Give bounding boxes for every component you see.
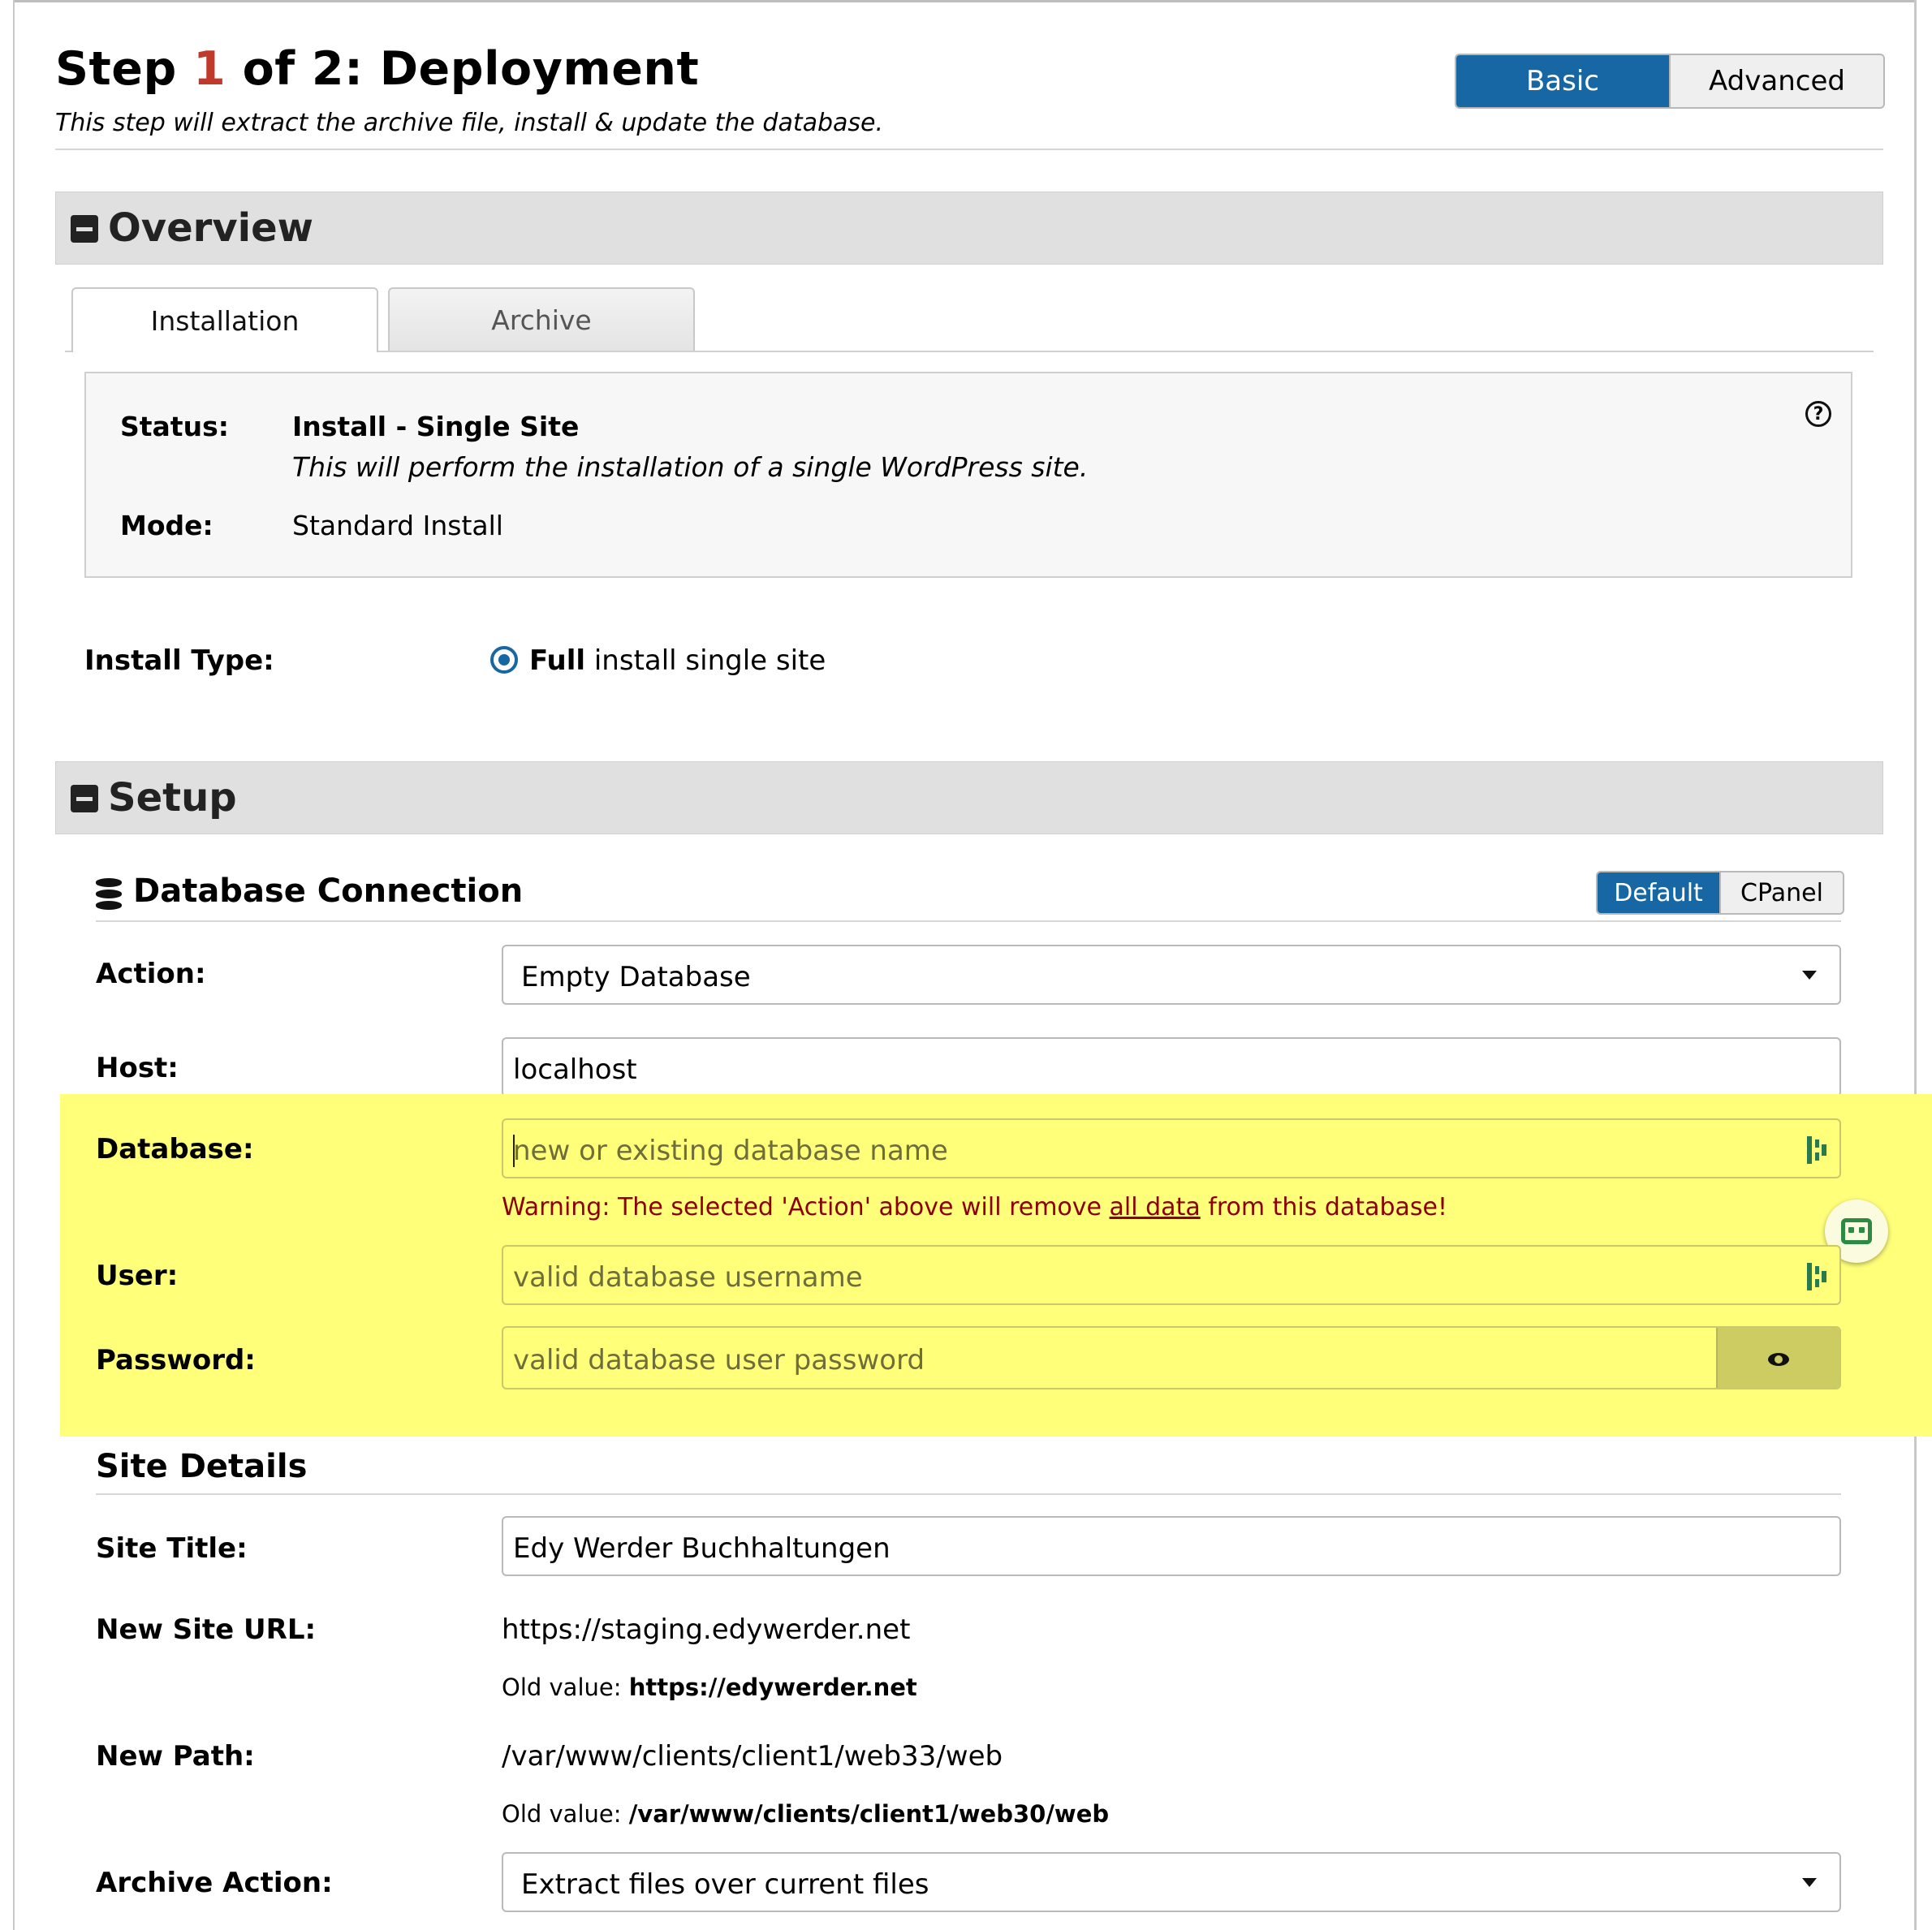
new-path-value: /var/www/clients/client1/web33/web <box>502 1740 1003 1773</box>
new-site-url-value: https://staging.edywerder.net <box>502 1613 911 1646</box>
window-right-edge <box>1914 0 1917 1930</box>
host-input[interactable]: localhost <box>502 1037 1841 1097</box>
chevron-down-icon <box>1802 971 1817 980</box>
mode-value: Standard Install <box>292 510 503 541</box>
action-select[interactable]: Empty Database <box>502 945 1841 1005</box>
chevron-down-icon <box>1802 1878 1817 1887</box>
install-info-panel: Status: Install - Single Site This will … <box>84 372 1852 578</box>
window-left-edge <box>13 0 15 1930</box>
empty-database-warning: Warning: The selected 'Action' above wil… <box>502 1193 1447 1221</box>
action-label: Action: <box>96 958 206 990</box>
page-subtitle: This step will extract the archive file,… <box>55 109 884 137</box>
overview-title: Overview <box>108 205 313 251</box>
database-name-placeholder: new or existing database name <box>513 1135 948 1167</box>
archive-action-select[interactable]: Extract files over current files <box>502 1852 1841 1912</box>
setup-title: Setup <box>108 775 237 821</box>
connection-type-toggle: Default CPanel <box>1596 871 1844 915</box>
view-mode-toggle: Basic Advanced <box>1455 54 1885 109</box>
install-type-radio[interactable] <box>490 646 518 674</box>
header-divider <box>55 149 1883 150</box>
database-connection-heading: Database Connection <box>133 872 524 910</box>
page-title: Step 1 of 2: Deployment <box>55 42 700 96</box>
tab-installation[interactable]: Installation <box>71 287 378 352</box>
status-value: Install - Single Site <box>292 411 580 442</box>
overview-section-header[interactable]: Overview <box>55 192 1883 265</box>
collapse-minus-icon[interactable] <box>71 215 98 243</box>
install-type-option[interactable]: Full install single site <box>529 644 826 677</box>
database-password-input[interactable]: valid database user password <box>502 1326 1841 1389</box>
password-manager-icon[interactable] <box>1807 1261 1828 1292</box>
database-name-input[interactable]: new or existing database name <box>502 1118 1841 1178</box>
site-details-heading: Site Details <box>96 1448 308 1485</box>
help-circle-icon[interactable]: ? <box>1805 401 1831 427</box>
show-password-button[interactable] <box>1716 1328 1839 1388</box>
archive-action-value: Extract files over current files <box>521 1868 929 1901</box>
database-label: Database: <box>96 1133 254 1165</box>
collapse-minus-icon[interactable] <box>71 785 98 812</box>
db-heading-divider <box>96 920 1841 922</box>
advanced-mode-button[interactable]: Advanced <box>1669 55 1883 107</box>
site-title-value: Edy Werder Buchhaltungen <box>513 1532 891 1565</box>
all-data-link[interactable]: all data <box>1110 1193 1201 1221</box>
new-path-label: New Path: <box>96 1740 255 1773</box>
eye-icon <box>1768 1353 1789 1366</box>
archive-action-label: Archive Action: <box>96 1867 333 1899</box>
old-path-note: Old value: /var/www/clients/client1/web3… <box>502 1800 1110 1828</box>
cpanel-connection-button[interactable]: CPanel <box>1719 872 1843 913</box>
old-url-note: Old value: https://edywerder.net <box>502 1674 917 1701</box>
mode-label: Mode: <box>120 510 213 541</box>
install-type-label: Install Type: <box>84 644 274 677</box>
action-select-value: Empty Database <box>521 961 751 993</box>
host-label: Host: <box>96 1052 179 1084</box>
database-password-placeholder: valid database user password <box>513 1344 925 1376</box>
site-title-label: Site Title: <box>96 1532 248 1565</box>
default-connection-button[interactable]: Default <box>1598 872 1719 913</box>
status-label: Status: <box>120 411 229 442</box>
site-title-input[interactable]: Edy Werder Buchhaltungen <box>502 1516 1841 1576</box>
user-label: User: <box>96 1260 179 1292</box>
database-user-input[interactable]: valid database username <box>502 1245 1841 1305</box>
site-details-divider <box>96 1493 1841 1495</box>
password-label: Password: <box>96 1344 256 1376</box>
window-top-edge <box>15 0 1914 2</box>
step-number: 1 <box>193 42 226 96</box>
database-icon <box>96 878 122 911</box>
basic-mode-button[interactable]: Basic <box>1456 55 1669 107</box>
host-input-value: localhost <box>513 1053 637 1086</box>
status-description: This will perform the installation of a … <box>292 451 1089 483</box>
password-manager-icon[interactable] <box>1807 1135 1828 1165</box>
setup-section-header[interactable]: Setup <box>55 761 1883 834</box>
new-site-url-label: New Site URL: <box>96 1613 317 1646</box>
database-user-placeholder: valid database username <box>513 1261 863 1294</box>
tab-archive[interactable]: Archive <box>388 287 695 351</box>
